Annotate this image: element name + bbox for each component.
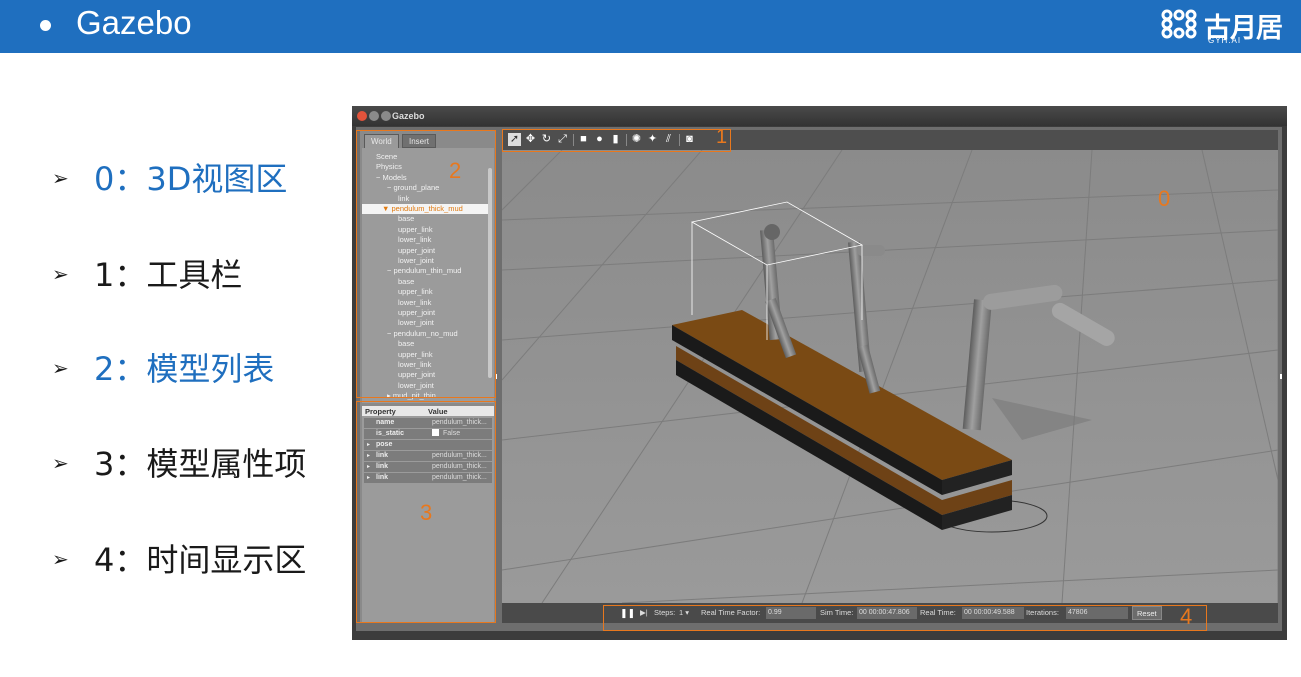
arrow-bullet-icon: ➢ — [52, 168, 69, 190]
annotation-label-toolbar: 1 — [716, 126, 728, 148]
annotation-box-toolbar — [502, 129, 731, 152]
maximize-icon[interactable] — [381, 111, 391, 121]
logo-subtext: GYH.AI — [1208, 36, 1242, 45]
arrow-bullet-icon: ➢ — [52, 358, 69, 380]
annotation-box-model-list — [356, 130, 496, 398]
ground-plane — [502, 150, 1278, 603]
legend-item: ➢ 4：时间显示区 — [52, 535, 342, 579]
legend-text: 3：模型属性项 — [94, 445, 307, 483]
brand-logo: 古月居 GYH.AI — [1160, 6, 1300, 48]
arrow-bullet-icon: ➢ — [52, 453, 69, 475]
close-icon[interactable] — [357, 111, 367, 121]
legend-item: ➢ 2：模型列表 — [52, 344, 342, 388]
slide-header: Gazebo 古月居 GYH.AI — [0, 0, 1301, 53]
bullet-dot — [40, 20, 51, 31]
slide-title: Gazebo — [76, 4, 192, 41]
legend-text: 2：模型列表 — [94, 350, 275, 388]
legend-text: 0：3D视图区 — [94, 160, 288, 198]
annotation-box-time-panel — [603, 605, 1207, 631]
splitter-handle[interactable] — [1280, 374, 1282, 379]
logo-grid-icon — [1161, 9, 1197, 39]
legend-item: ➢ 0：3D视图区 — [52, 154, 342, 198]
legend-text: 4：时间显示区 — [94, 541, 307, 579]
annotation-label-time-panel: 4 — [1180, 604, 1193, 629]
window-titlebar[interactable]: Gazebo — [352, 106, 1287, 126]
annotation-label-model-list: 2 — [449, 158, 462, 183]
legend-item: ➢ 3：模型属性项 — [52, 439, 342, 483]
annotation-label-properties: 3 — [420, 500, 433, 525]
arrow-bullet-icon: ➢ — [52, 264, 69, 286]
3d-scene[interactable] — [502, 150, 1278, 603]
minimize-icon[interactable] — [369, 111, 379, 121]
annotation-label-viewport: 0 — [1158, 186, 1171, 211]
window-title: Gazebo — [392, 111, 425, 121]
arrow-bullet-icon: ➢ — [52, 549, 69, 571]
legend-text: 1：工具栏 — [94, 256, 243, 294]
legend-item: ➢ 1：工具栏 — [52, 250, 342, 294]
